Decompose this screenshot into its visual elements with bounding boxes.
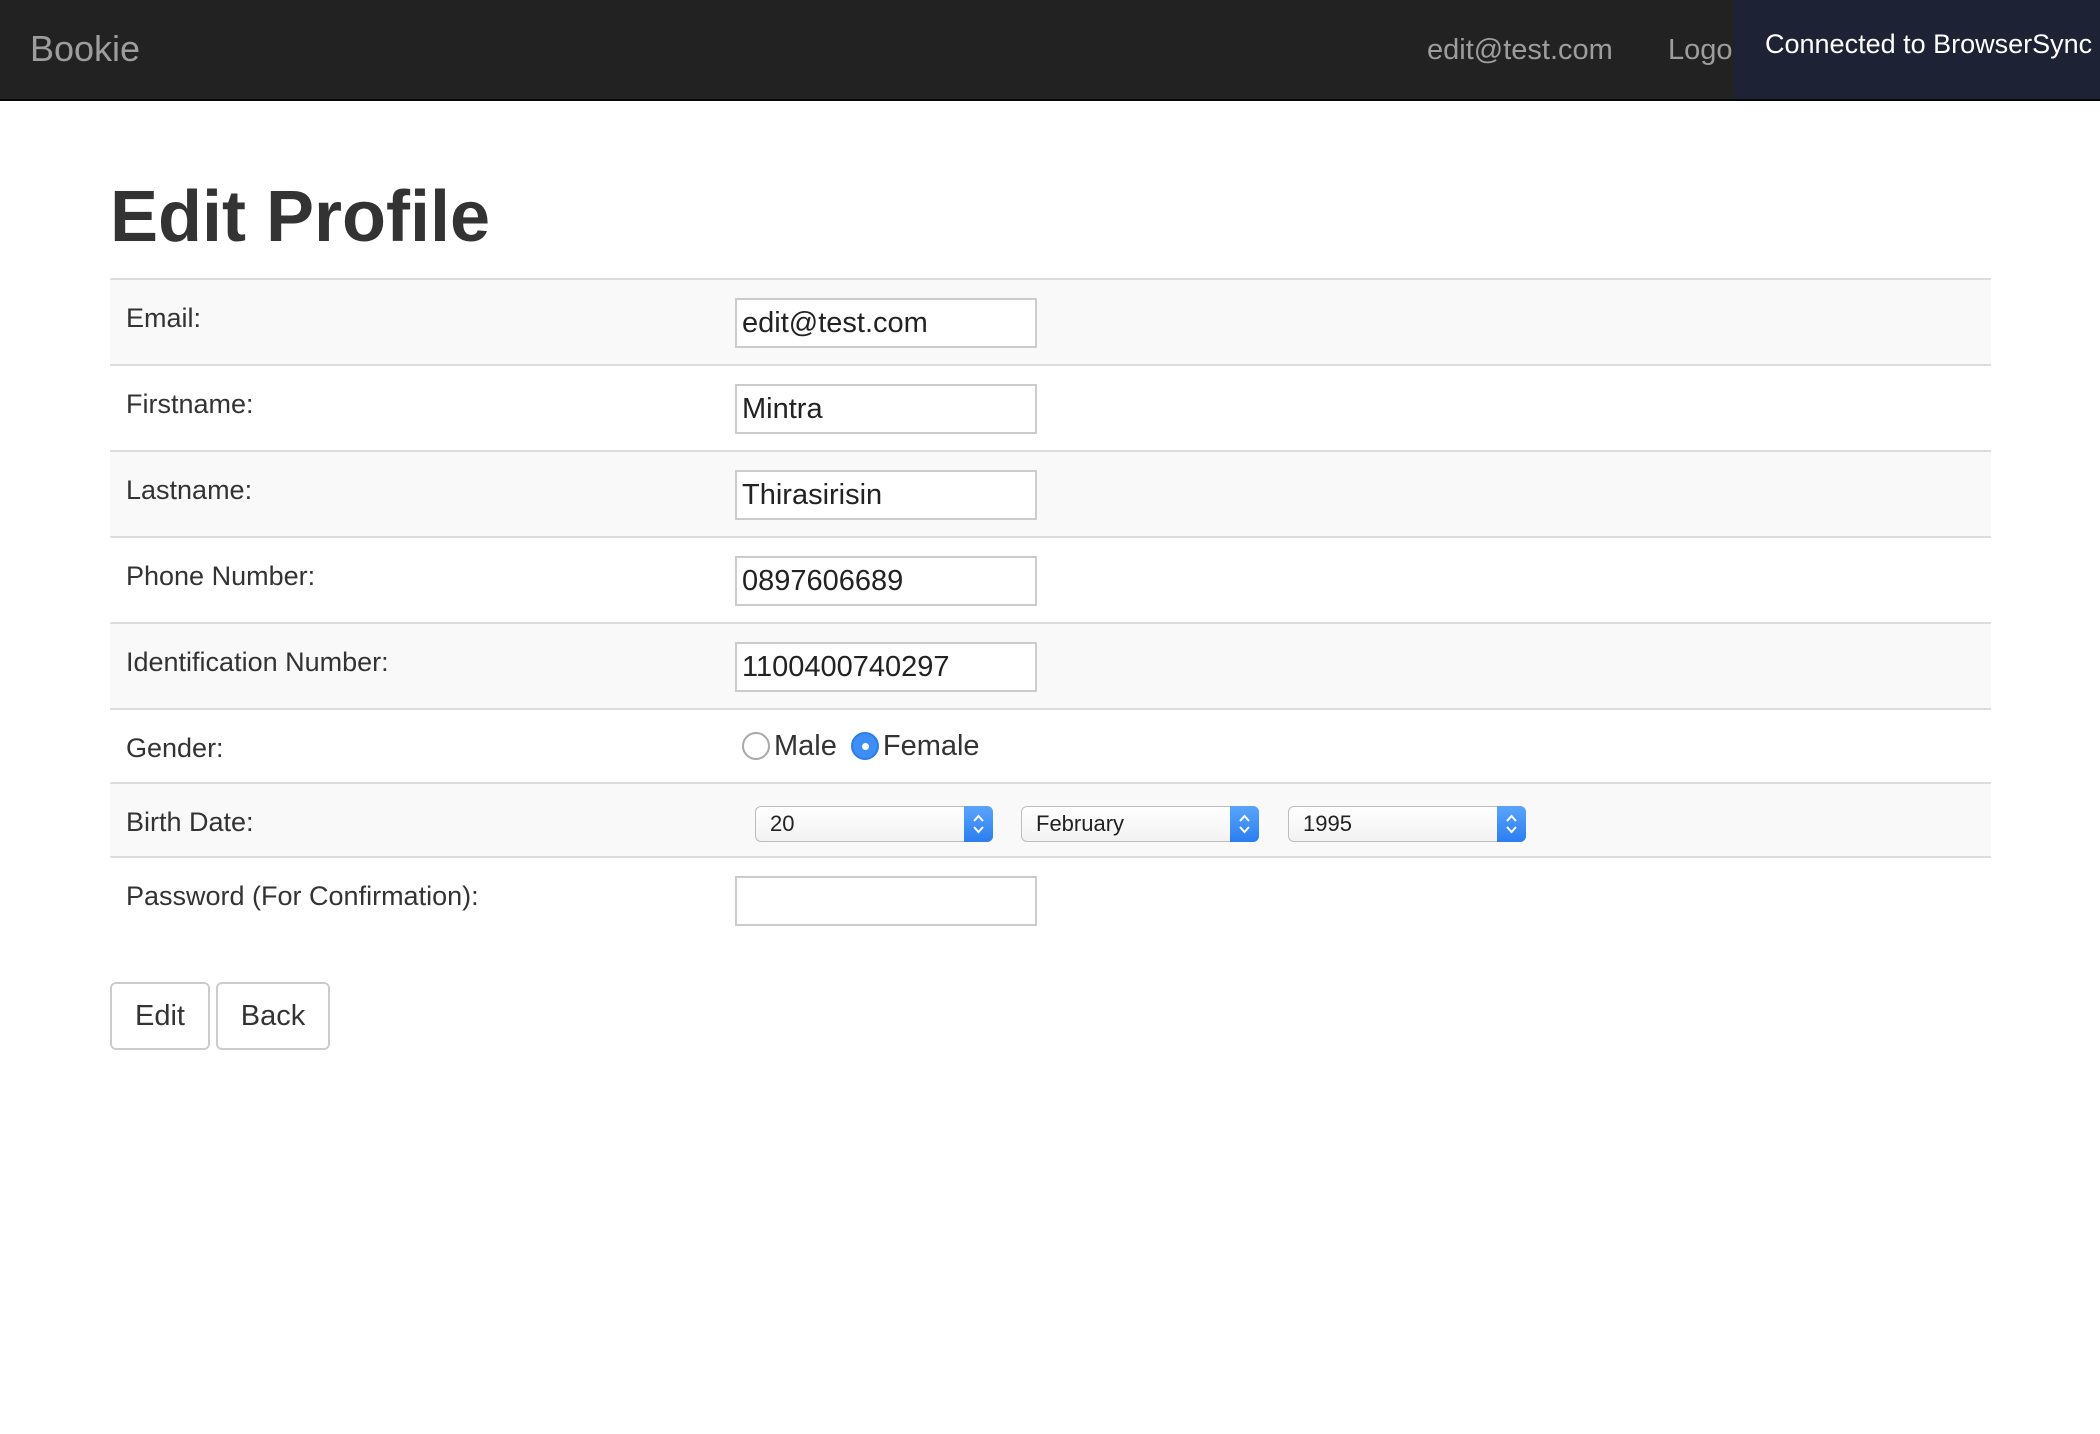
form-row-firstname: Firstname: [110,366,1991,452]
browsersync-notification: Connected to BrowserSync [1734,0,2100,99]
form-row-identification: Identification Number: [110,624,1991,710]
form-row-lastname: Lastname: [110,452,1991,538]
birth-day-value: 20 [770,811,795,836]
nav-user-email[interactable]: edit@test.com [1427,30,1613,70]
chevron-updown-icon [1497,806,1526,842]
chevron-updown-icon [1230,806,1259,842]
gender-label: Gender: [126,733,224,763]
phone-input[interactable] [735,556,1037,606]
email-input[interactable] [735,298,1037,348]
chevron-updown-icon [964,806,993,842]
gender-radio-group: Male Female [730,726,982,766]
firstname-input[interactable] [735,384,1037,434]
identification-label: Identification Number: [126,647,389,677]
birth-date-label: Birth Date: [126,807,254,837]
form-row-gender: Gender: Male Female [110,710,1991,784]
gender-female-radio[interactable] [850,732,879,760]
email-label: Email: [126,303,202,333]
birth-year-value: 1995 [1303,811,1352,836]
firstname-label: Firstname: [126,389,254,419]
gender-female-label[interactable]: Female [883,730,980,763]
birth-day-select[interactable]: 20 [755,806,993,842]
navbar: Bookie edit@test.com Logo Connected to B… [0,0,2100,101]
form-row-password: Password (For Confirmation): [110,858,1991,944]
gender-male-label[interactable]: Male [774,730,837,763]
gender-male-radio[interactable] [742,732,770,760]
phone-label: Phone Number: [126,561,316,591]
nav-logout-link[interactable]: Logo [1668,30,1733,70]
password-input[interactable] [735,876,1037,926]
lastname-input[interactable] [735,470,1037,520]
password-label: Password (For Confirmation): [126,881,479,911]
page-title: Edit Profile [110,177,491,257]
birth-month-value: February [1036,811,1125,836]
edit-button[interactable]: Edit [110,982,210,1050]
form-row-phone: Phone Number: [110,538,1991,624]
birth-month-select[interactable]: February [1021,806,1259,842]
birth-year-select[interactable]: 1995 [1288,806,1526,842]
back-button[interactable]: Back [216,982,330,1050]
identification-input[interactable] [735,642,1037,692]
brand-logo[interactable]: Bookie [30,26,140,72]
lastname-label: Lastname: [126,475,253,505]
form-row-email: Email: [110,280,1991,366]
profile-form: Email: Firstname: Lastname: Phone Number… [110,278,1991,944]
form-row-birth-date: Birth Date: 20 February 1995 [110,784,1991,858]
